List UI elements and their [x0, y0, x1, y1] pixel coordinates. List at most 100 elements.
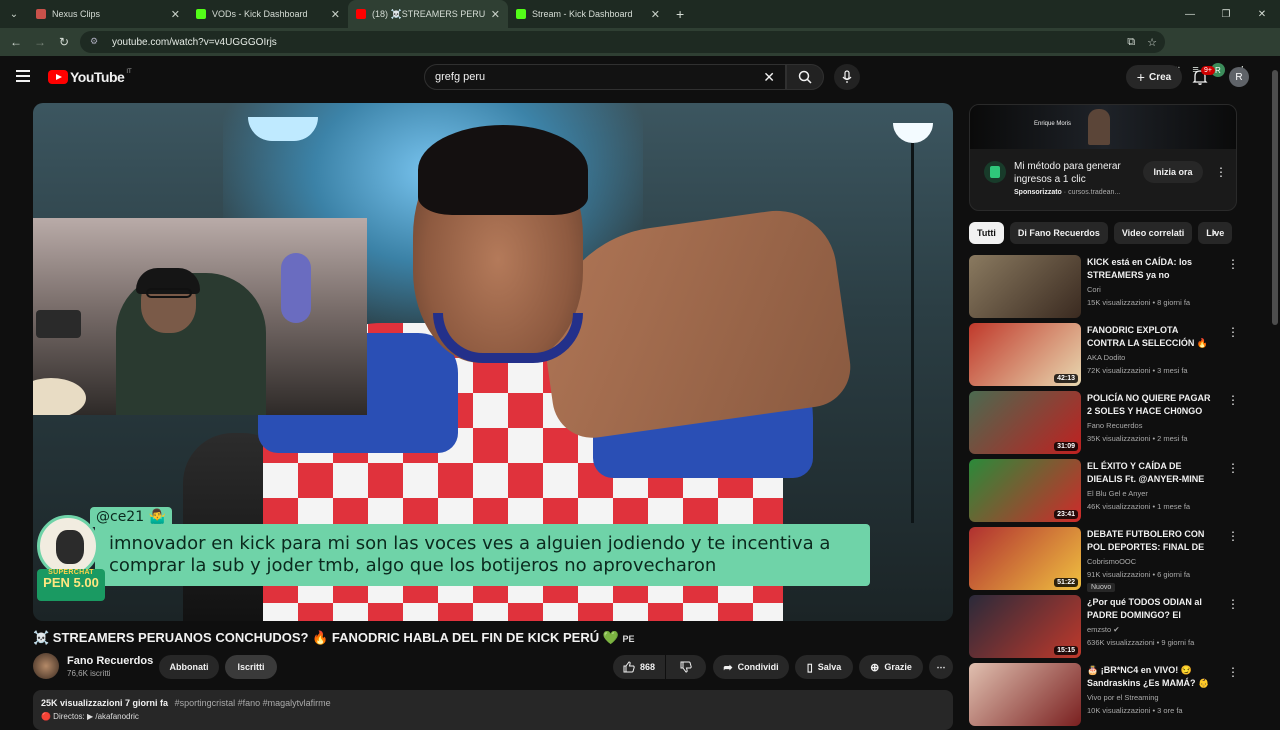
youtube-logo[interactable]: YouTube IT [48, 69, 132, 85]
dislike-button[interactable] [666, 655, 706, 679]
video-player[interactable]: @ce21 🤷‍♂️ imnovador en kick para mi son… [33, 103, 953, 621]
recommended-video[interactable]: 🎂 ¡BR*NC4 en VIVO! 😏 Sandraskins ¿Es MAM… [969, 663, 1241, 726]
new-tab-icon[interactable]: + [676, 6, 684, 22]
recommended-video[interactable]: 31:09 POLICÍA NO QUIERE PAGAR 2 SOLES Y H… [969, 391, 1241, 454]
tab-title: VODs - Kick Dashboard [212, 9, 308, 19]
webcam-glasses [146, 288, 192, 298]
bookmark-star-icon[interactable]: ☆ [1147, 36, 1157, 49]
more-options-icon[interactable]: ⋮ [1227, 597, 1239, 611]
recommended-video-title[interactable]: POLICÍA NO QUIERE PAGAR 2 SOLES Y HACE C… [1087, 392, 1213, 418]
video-thumbnail[interactable]: 31:09 [969, 391, 1081, 454]
save-button[interactable]: ▯ Salva [795, 655, 853, 679]
video-thumbnail[interactable] [969, 255, 1081, 318]
create-button[interactable]: + Crea [1126, 65, 1182, 89]
recommended-video[interactable]: 15:15 ¿Por qué TODOS ODIAN al PADRE DOMIN… [969, 595, 1241, 658]
ad-title[interactable]: Mi método para generar ingresos a 1 clic [1014, 160, 1144, 186]
search-input[interactable]: grefg peru ✕ [424, 64, 786, 90]
close-icon[interactable]: ✕ [651, 8, 660, 21]
video-thumbnail[interactable]: 15:15 [969, 595, 1081, 658]
scrollbar-thumb[interactable] [1272, 70, 1278, 325]
install-icon[interactable]: ⧉ [1127, 36, 1135, 49]
thanks-button[interactable]: ⊕ Grazie [859, 655, 923, 679]
more-actions-button[interactable]: ⋯ [929, 655, 953, 679]
duration-badge: 23:41 [1054, 510, 1078, 519]
search-button[interactable] [786, 64, 824, 90]
recommended-video-title[interactable]: KICK está en CAÍDA: los STREAMERS ya no … [1087, 256, 1213, 282]
tab-youtube-video[interactable]: (18) ☠️STREAMERS PERUANOS CONCHUDOS ✕ [348, 0, 508, 28]
recommended-channel[interactable]: CobrismoOOC [1087, 557, 1136, 566]
recommended-meta: 15K visualizzazioni • 8 giorni fa [1087, 298, 1191, 307]
more-options-icon[interactable]: ⋮ [1227, 529, 1239, 543]
new-badge: Nuovo [1087, 583, 1116, 592]
close-icon[interactable]: ✕ [331, 8, 340, 21]
webcam-overlay [33, 218, 367, 415]
ad-more-icon[interactable]: ⋮ [1215, 165, 1227, 179]
more-options-icon[interactable]: ⋮ [1227, 257, 1239, 271]
minimize-icon[interactable]: — [1172, 9, 1208, 20]
recommended-video[interactable]: 23:41 EL ÉXITO Y CAÍDA DE DIEALIS Ft. @AN… [969, 459, 1241, 522]
video-thumbnail[interactable]: 51:22 [969, 527, 1081, 590]
share-button[interactable]: ➦ Condividi [713, 655, 789, 679]
recommended-video[interactable]: 51:22 DEBATE FUTBOLERO CON POL DEPORTES: … [969, 527, 1241, 592]
recommended-channel[interactable]: emzsto ✔ [1087, 625, 1120, 634]
thumbs-up-icon [623, 661, 635, 673]
recommended-video-title[interactable]: 🎂 ¡BR*NC4 en VIVO! 😏 Sandraskins ¿Es MAM… [1087, 664, 1213, 690]
recommended-video[interactable]: 42:13 FANODRIC EXPLOTA CONTRA LA SELECCIÓ… [969, 323, 1241, 386]
tab-vods-kick[interactable]: VODs - Kick Dashboard ✕ [188, 0, 348, 28]
like-button[interactable]: 868 [613, 655, 665, 679]
sponsored-ad-card[interactable]: Enrique Moris Mi método para generar ing… [969, 104, 1237, 211]
join-label: Abbonati [169, 662, 209, 672]
voice-search-button[interactable] [834, 64, 860, 90]
youtube-favicon-icon [356, 9, 366, 19]
close-icon[interactable]: ✕ [171, 8, 180, 21]
window-close-icon[interactable]: ✕ [1244, 9, 1280, 20]
back-icon[interactable]: ← [4, 35, 28, 49]
account-avatar[interactable]: R [1229, 67, 1249, 87]
close-icon[interactable]: ✕ [491, 8, 500, 21]
chevron-right-icon[interactable]: › [1212, 225, 1216, 239]
ad-cta-button[interactable]: Inizia ora [1143, 161, 1203, 183]
maximize-icon[interactable]: ❐ [1208, 9, 1244, 20]
join-button[interactable]: Abbonati [159, 655, 219, 679]
recommended-video-title[interactable]: FANODRIC EXPLOTA CONTRA LA SELECCIÓN 🔥 🏈… [1087, 324, 1213, 350]
video-thumbnail[interactable]: 23:41 [969, 459, 1081, 522]
recommended-channel[interactable]: Vivo por el Streaming [1087, 693, 1159, 702]
recommended-channel[interactable]: AKA Dodito [1087, 353, 1125, 362]
reload-icon[interactable]: ↻ [52, 35, 76, 49]
tab-title: Stream - Kick Dashboard [532, 9, 633, 19]
more-options-icon[interactable]: ⋮ [1227, 461, 1239, 475]
more-options-icon[interactable]: ⋮ [1227, 325, 1239, 339]
recommended-channel[interactable]: Cori [1087, 285, 1101, 294]
subscribed-button[interactable]: Iscritti [225, 655, 277, 679]
camera-object [36, 310, 81, 338]
tab-stream-kick[interactable]: Stream - Kick Dashboard ✕ [508, 0, 668, 28]
browser-tab-bar: ⌄ Nexus Clips ✕ VODs - Kick Dashboard ✕ … [0, 0, 1280, 28]
chip-from-channel[interactable]: Di Fano Recuerdos [1009, 222, 1108, 244]
recommended-video[interactable]: KICK está en CAÍDA: los STREAMERS ya no … [969, 255, 1241, 318]
chip-related[interactable]: Video correlati [1113, 222, 1193, 244]
logo-text: YouTube [70, 69, 125, 85]
save-label: Salva [817, 662, 842, 672]
more-options-icon[interactable]: ⋮ [1227, 665, 1239, 679]
recommended-video-title[interactable]: ¿Por qué TODOS ODIAN al PADRE DOMINGO? E… [1087, 596, 1213, 622]
hashtags[interactable]: #sportingcristal #fano #magalytvlafirme [175, 698, 331, 708]
recommended-video-title[interactable]: DEBATE FUTBOLERO CON POL DEPORTES: FINAL… [1087, 528, 1213, 554]
more-options-icon[interactable]: ⋮ [1227, 393, 1239, 407]
recommended-video-title[interactable]: EL ÉXITO Y CAÍDA DE DIEALIS Ft. @ANYER-M… [1087, 460, 1213, 486]
recommended-channel[interactable]: El Blu Gel e Anyer [1087, 489, 1148, 498]
chip-all[interactable]: Tutti [969, 222, 1004, 244]
channel-name[interactable]: Fano Recuerdos [67, 655, 153, 667]
tab-search-icon[interactable]: ⌄ [4, 4, 24, 24]
forward-icon[interactable]: → [28, 35, 52, 49]
address-bar[interactable]: ⚙ youtube.com/watch?v=v4UGGGOIrjs ⧉ ☆ [80, 31, 1165, 53]
site-info-icon[interactable]: ⚙ [90, 36, 102, 48]
clear-search-icon[interactable]: ✕ [763, 69, 775, 86]
tab-nexus-clips[interactable]: Nexus Clips ✕ [28, 0, 188, 28]
description-box[interactable]: 25K visualizzazioni 7 giorni fa #sportin… [33, 690, 953, 730]
video-thumbnail[interactable] [969, 663, 1081, 726]
video-thumbnail[interactable]: 42:13 [969, 323, 1081, 386]
page-scrollbar[interactable] [1270, 56, 1280, 720]
menu-icon[interactable] [16, 70, 30, 82]
channel-avatar[interactable] [33, 653, 59, 679]
recommended-channel[interactable]: Fano Recuerdos [1087, 421, 1142, 430]
